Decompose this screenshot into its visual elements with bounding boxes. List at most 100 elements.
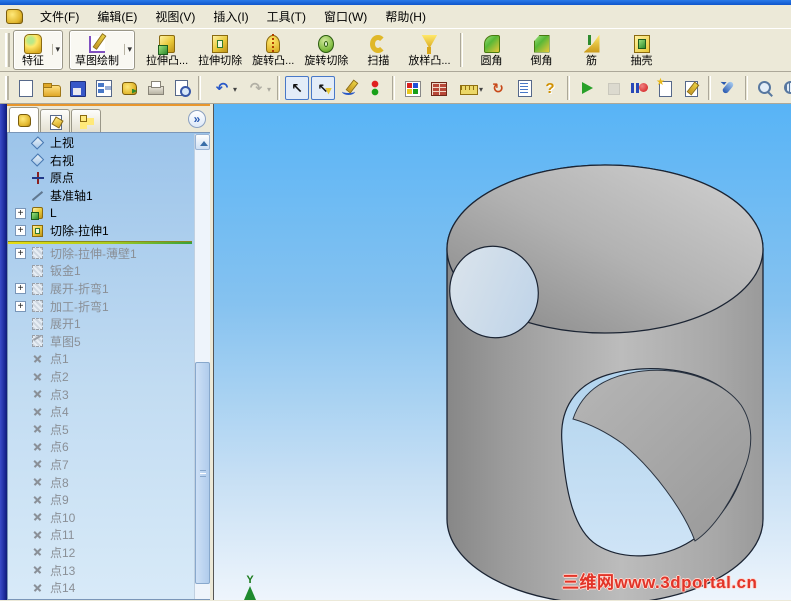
- menu-item[interactable]: 帮助(H): [376, 5, 435, 28]
- panel-expand-button[interactable]: »: [188, 110, 206, 128]
- dropdown-caret-icon[interactable]: ▾: [479, 85, 483, 94]
- tree-item[interactable]: 右视: [8, 152, 194, 170]
- tree-item[interactable]: 点4: [8, 403, 194, 421]
- section-view-icon: [489, 79, 507, 97]
- select-filter-button[interactable]: [311, 75, 335, 100]
- save-button[interactable]: [65, 76, 89, 100]
- point-icon: [30, 510, 45, 524]
- print-preview-button[interactable]: [169, 76, 193, 100]
- dropdown-caret-icon[interactable]: ▾: [52, 43, 60, 55]
- menu-item[interactable]: 窗口(W): [315, 5, 376, 28]
- extrude-cut-button[interactable]: 拉伸切除: [193, 30, 247, 70]
- select-arrow-button[interactable]: [285, 75, 309, 100]
- sketch-pencil-button[interactable]: [337, 76, 361, 100]
- dropdown-caret-icon[interactable]: ▾: [267, 85, 271, 94]
- tree-item[interactable]: 原点: [8, 169, 194, 187]
- tree-item[interactable]: 上视: [8, 134, 194, 152]
- tree-item[interactable]: + L: [8, 204, 194, 222]
- texture-button[interactable]: [426, 76, 450, 100]
- revolve-boss-button[interactable]: 旋转凸...: [247, 30, 299, 70]
- open-folder-button[interactable]: [39, 76, 63, 100]
- tree-item[interactable]: 点10: [8, 508, 194, 526]
- help-button[interactable]: [538, 76, 562, 100]
- zoom-to-fit-button[interactable]: [753, 76, 777, 100]
- point-icon: [30, 563, 45, 577]
- dropdown-caret-icon[interactable]: ▾: [124, 43, 132, 55]
- scroll-up-button[interactable]: [195, 134, 210, 150]
- standard-toolbar: ▾▾▾↕: [0, 72, 791, 104]
- undo-button[interactable]: ▾: [206, 76, 238, 100]
- tree-item[interactable]: 草图5: [8, 333, 194, 351]
- menu-item[interactable]: 视图(V): [146, 5, 204, 28]
- shell-button[interactable]: 抽壳: [617, 30, 667, 70]
- lights-icon: [366, 78, 384, 97]
- shell-icon: [630, 33, 654, 55]
- make-assembly-button[interactable]: [117, 76, 141, 100]
- chamfer-button[interactable]: 倒角: [517, 30, 567, 70]
- tree-item[interactable]: 点6: [8, 438, 194, 456]
- play-button[interactable]: [575, 76, 599, 100]
- tree-item[interactable]: 点1: [8, 350, 194, 368]
- expand-icon[interactable]: +: [15, 225, 26, 237]
- print-button[interactable]: [143, 76, 167, 100]
- tree-item[interactable]: + 切除-拉伸-薄壁1: [8, 245, 194, 263]
- record-pause-button[interactable]: [627, 76, 651, 100]
- tree-item[interactable]: 点9: [8, 491, 194, 509]
- expand-icon[interactable]: +: [15, 207, 26, 219]
- menu-item[interactable]: 文件(F): [31, 5, 88, 28]
- rotate-view-button[interactable]: [716, 76, 740, 100]
- loft-button[interactable]: 放样凸...: [403, 30, 455, 70]
- tree-item-label: 点11: [50, 528, 75, 543]
- measure-button[interactable]: ▾: [452, 76, 484, 100]
- graphics-viewport[interactable]: 三维网www.3dportal.cn Y: [214, 104, 791, 600]
- make-drawing-button[interactable]: [91, 76, 115, 100]
- menu-item[interactable]: 编辑(E): [88, 5, 146, 28]
- panel-tab-featuremanager[interactable]: [9, 107, 39, 132]
- lights-button[interactable]: [363, 76, 387, 100]
- rib-button[interactable]: 筋: [567, 30, 617, 70]
- model-cylinder[interactable]: [214, 104, 791, 600]
- expand-icon[interactable]: +: [15, 300, 26, 312]
- tree-item[interactable]: 点11: [8, 526, 194, 544]
- extrude-boss-button[interactable]: 拉伸凸...: [141, 30, 193, 70]
- sketch-draw-button[interactable]: 草图绘制 ▾: [69, 30, 135, 70]
- tree-item[interactable]: 点3: [8, 385, 194, 403]
- tree-item[interactable]: + 切除-拉伸1: [8, 222, 194, 240]
- menu-item[interactable]: 工具(T): [258, 5, 315, 28]
- toolbar-drag-handle[interactable]: [5, 75, 9, 100]
- toolbar-drag-handle[interactable]: [5, 33, 10, 67]
- new-note-button[interactable]: [653, 74, 677, 100]
- tree-scrollbar[interactable]: [194, 134, 210, 599]
- scrollbar-thumb[interactable]: [195, 362, 210, 584]
- tree-item[interactable]: 点13: [8, 561, 194, 579]
- panel-tab-configurationmanager[interactable]: [71, 109, 101, 132]
- tree-item[interactable]: 点7: [8, 456, 194, 474]
- edit-note-button[interactable]: [679, 76, 703, 100]
- sweep-button[interactable]: 扫描: [353, 30, 403, 70]
- zoom-to-area-button[interactable]: [779, 76, 791, 100]
- button-label: 倒角: [530, 54, 553, 67]
- revolve-cut-button[interactable]: 旋转切除: [299, 30, 353, 70]
- tree-item[interactable]: 点2: [8, 368, 194, 386]
- section-view-button[interactable]: [486, 76, 510, 100]
- menu-item[interactable]: 插入(I): [204, 5, 257, 28]
- new-document-button[interactable]: [13, 76, 37, 100]
- expand-icon[interactable]: +: [15, 247, 26, 259]
- features-button[interactable]: 特征 ▾: [13, 30, 63, 70]
- panel-tab-propertymanager[interactable]: [40, 109, 70, 132]
- expand-icon[interactable]: +: [15, 283, 26, 295]
- tree-item[interactable]: 点12: [8, 544, 194, 562]
- tree-item[interactable]: 点8: [8, 473, 194, 491]
- tree-item[interactable]: 基准轴1: [8, 187, 194, 205]
- tree-item[interactable]: 点5: [8, 421, 194, 439]
- fillet-button[interactable]: 圆角: [467, 30, 517, 70]
- tree-item[interactable]: 点14: [8, 579, 194, 597]
- design-check-button[interactable]: [512, 76, 536, 100]
- tree-item[interactable]: + 加工-折弯1: [8, 297, 194, 315]
- rollback-bar[interactable]: [8, 240, 192, 244]
- tree-item[interactable]: 钣金1: [8, 262, 194, 280]
- color-palette-button[interactable]: [400, 76, 424, 100]
- dropdown-caret-icon[interactable]: ▾: [233, 85, 237, 94]
- tree-item[interactable]: 展开1: [8, 315, 194, 333]
- tree-item[interactable]: + 展开-折弯1: [8, 280, 194, 298]
